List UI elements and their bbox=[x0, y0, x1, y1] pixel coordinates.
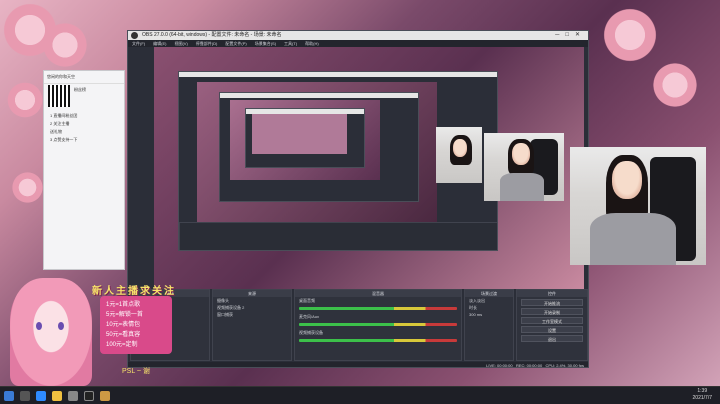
source-item[interactable]: 窗口捕获 bbox=[213, 311, 291, 318]
mixer-header: 混音器 bbox=[295, 290, 461, 297]
chat-title: 悠闲的你和天空 bbox=[44, 71, 124, 84]
qr-code bbox=[48, 85, 70, 107]
overlay-title: 新人主播求关注 bbox=[92, 286, 176, 297]
volume-meter bbox=[299, 307, 457, 310]
overlay-line: 50元=看真容 bbox=[106, 332, 141, 338]
controls-dock[interactable]: 控件 开始推流 开始录制 工作室模式 设置 退出 bbox=[516, 289, 588, 361]
mixer-dock[interactable]: 混音器 桌面音频 麦克风/Aux 视频捕获设备 bbox=[294, 289, 462, 361]
rank-label: 粉丝榜 bbox=[74, 87, 86, 92]
controls-header: 控件 bbox=[517, 290, 587, 297]
search-icon[interactable] bbox=[20, 391, 30, 401]
settings-button[interactable]: 设置 bbox=[521, 326, 583, 333]
webcam-feed bbox=[570, 147, 706, 265]
menu-bar: 文件(F) 编辑(E) 视图(V) 停靠部件(D) 配置文件(P) 场景集合(S… bbox=[128, 40, 588, 47]
windows-start-icon[interactable] bbox=[4, 391, 14, 401]
mixer-channel-label: 视频捕获设备 bbox=[299, 330, 323, 335]
wallpaper-blossom bbox=[5, 80, 45, 120]
app-icon[interactable] bbox=[100, 391, 110, 401]
streamer-body bbox=[590, 213, 676, 265]
webcam-feed-mirror bbox=[484, 133, 564, 199]
overlay-footer: PSL ~ 谢 bbox=[122, 368, 150, 375]
window-title: OBS 27.0.0 (64-bit, windows) - 配置文件: 未命名… bbox=[142, 32, 282, 38]
source-item[interactable]: 摄像头 bbox=[213, 297, 291, 304]
menu-view[interactable]: 视图(V) bbox=[174, 40, 187, 47]
menu-docks[interactable]: 停靠部件(D) bbox=[196, 40, 218, 47]
rec-status: REC: 00:00:00 bbox=[515, 363, 543, 368]
menu-edit[interactable]: 编辑(E) bbox=[153, 40, 166, 47]
transitions-dock[interactable]: 场景过渡 淡入淡出 时长 300 ms bbox=[464, 289, 514, 361]
live-status: LIVE: 00:00:00 bbox=[486, 363, 513, 368]
chat-item[interactable]: 3 点赞支持一下 bbox=[50, 137, 77, 143]
exit-button[interactable]: 退出 bbox=[521, 335, 583, 342]
nested-camera-small bbox=[436, 127, 482, 183]
mixer-channel-label: 桌面音频 bbox=[299, 298, 315, 303]
overlay-line: 100元=定制 bbox=[106, 342, 138, 348]
transitions-header: 场景过渡 bbox=[465, 290, 513, 297]
browser-icon[interactable] bbox=[36, 391, 46, 401]
menu-profile[interactable]: 配置文件(P) bbox=[225, 40, 246, 47]
cpu-status: CPU: 2.4%, 30.00 fps bbox=[545, 363, 584, 368]
volume-meter bbox=[299, 339, 457, 342]
clock-date: 2021/7/7 bbox=[692, 395, 712, 401]
window-controls[interactable]: ─□✕ bbox=[555, 31, 586, 40]
store-icon[interactable] bbox=[68, 391, 78, 401]
status-bar: LIVE: 00:00:00 REC: 00:00:00 CPU: 2.4%, … bbox=[128, 362, 588, 368]
menu-tools[interactable]: 工具(T) bbox=[284, 40, 297, 47]
studio-mode-button[interactable]: 工作室模式 bbox=[521, 317, 583, 324]
overlay-line: 1元=1首点歌 bbox=[106, 302, 141, 308]
menu-file[interactable]: 文件(F) bbox=[132, 40, 145, 47]
menu-help[interactable]: 帮助(H) bbox=[305, 40, 319, 47]
mixer-channel-label: 麦克风/Aux bbox=[299, 314, 320, 319]
volume-meter bbox=[299, 323, 457, 326]
start-recording-button[interactable]: 开始录制 bbox=[521, 308, 583, 315]
chat-panel[interactable]: 悠闲的你和天空 粉丝榜 1 直播间粉丝团 2 关注主播 送礼物 3 点赞支持一下 bbox=[43, 70, 125, 270]
menu-scene-collection[interactable]: 场景集合(S) bbox=[255, 40, 276, 47]
chat-item[interactable]: 1 直播间粉丝团 bbox=[50, 113, 77, 119]
wallpaper-blossom bbox=[40, 20, 90, 70]
obs-titlebar[interactable]: OBS 27.0.0 (64-bit, windows) - 配置文件: 未命名… bbox=[128, 31, 588, 40]
overlay-line: 10元=表情包 bbox=[106, 322, 141, 328]
sources-dock[interactable]: 来源 摄像头 视频捕获设备 2 窗口捕获 bbox=[212, 289, 292, 361]
wallpaper-blossom bbox=[650, 60, 700, 110]
anime-avatar bbox=[10, 278, 92, 386]
duration-input[interactable]: 300 ms bbox=[465, 311, 513, 318]
source-item[interactable]: 视频捕获设备 2 bbox=[213, 304, 291, 311]
clock[interactable]: 1:39 2021/7/7 bbox=[693, 388, 712, 402]
folder-icon[interactable] bbox=[52, 391, 62, 401]
transition-type-select[interactable]: 淡入淡出 bbox=[465, 297, 513, 304]
chat-item[interactable]: 送礼物 bbox=[50, 129, 62, 135]
streamer-face bbox=[612, 161, 642, 199]
wallpaper-blossom bbox=[10, 170, 45, 205]
start-streaming-button[interactable]: 开始推流 bbox=[521, 299, 583, 306]
wallpaper-blossom bbox=[600, 5, 660, 65]
chat-item[interactable]: 2 关注主播 bbox=[50, 121, 69, 127]
duration-label: 时长 bbox=[469, 305, 477, 310]
taskbar: 1:39 2021/7/7 bbox=[0, 386, 720, 404]
overlay-line: 5元=解锁一首 bbox=[106, 312, 143, 318]
obs-taskbar-icon[interactable] bbox=[84, 391, 94, 401]
obs-window[interactable]: OBS 27.0.0 (64-bit, windows) - 配置文件: 未命名… bbox=[127, 30, 589, 368]
obs-logo-icon bbox=[131, 32, 138, 39]
overlay-menu-panel: 1元=1首点歌 5元=解锁一首 10元=表情包 50元=看真容 100元=定制 bbox=[100, 296, 172, 354]
sources-header: 来源 bbox=[213, 290, 291, 297]
clock-time: 1:39 bbox=[697, 388, 708, 394]
